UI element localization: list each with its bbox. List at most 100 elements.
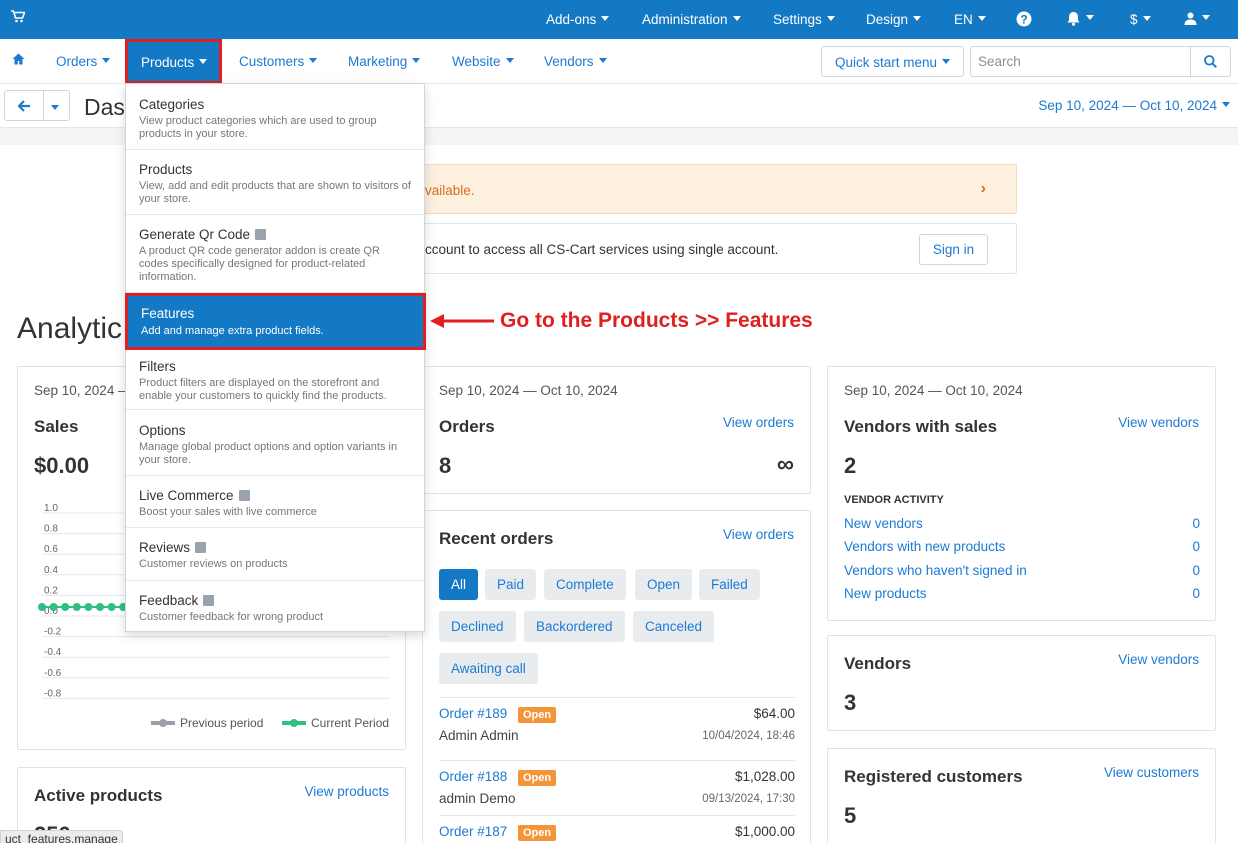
addon-puzzle-icon xyxy=(203,595,215,606)
signin-notice: ccount to access all CS-Cart services us… xyxy=(408,223,1017,274)
y-tick-label: 0.8 xyxy=(44,524,58,535)
bell-icon xyxy=(1066,12,1081,29)
view-vendors-link[interactable]: View vendors xyxy=(1118,652,1199,667)
y-tick-label: 0.2 xyxy=(44,585,58,596)
nav-website[interactable]: Website xyxy=(452,54,514,69)
sign-in-button[interactable]: Sign in xyxy=(919,234,988,265)
settings-menu[interactable]: Settings xyxy=(773,12,835,27)
menu-item-description: View product categories which are used t… xyxy=(139,115,377,140)
activity-label[interactable]: New vendors xyxy=(844,516,923,531)
menu-item-features[interactable]: Features Add and manage extra product fi… xyxy=(125,293,426,350)
nav-orders[interactable]: Orders xyxy=(56,54,111,69)
back-button[interactable] xyxy=(4,90,44,121)
menu-item-title: Options xyxy=(139,423,186,438)
view-vendors-link[interactable]: View vendors xyxy=(1118,415,1199,430)
menu-item-title: Live Commerce xyxy=(139,488,234,503)
registered-customers-card: Registered customers View customers 5 xyxy=(827,748,1216,843)
vendors-with-sales-card: Sep 10, 2024 — Oct 10, 2024 Vendors with… xyxy=(827,366,1216,621)
activity-label[interactable]: Vendors who haven't signed in xyxy=(844,563,1027,578)
menu-item-categories[interactable]: Categories View product categories which… xyxy=(126,84,424,150)
warning-notice[interactable]: vailable. › xyxy=(408,164,1017,214)
recent-orders-title: Recent orders xyxy=(439,529,554,548)
menu-item-products[interactable]: Products View, add and edit products tha… xyxy=(126,150,424,215)
addons-menu[interactable]: Add-ons xyxy=(546,12,610,27)
order-row[interactable]: Order #188 Open admin Demo $1,028.00 09/… xyxy=(439,760,795,815)
recent-orders-card: Recent orders View orders All Paid Compl… xyxy=(422,510,811,843)
menu-item-filters[interactable]: Filters Product filters are displayed on… xyxy=(126,350,424,410)
filter-complete[interactable]: Complete xyxy=(544,569,626,600)
vendors-title: Vendors xyxy=(844,654,912,673)
activity-label[interactable]: New products xyxy=(844,586,927,601)
orders-card: Sep 10, 2024 — Oct 10, 2024 Orders View … xyxy=(422,366,811,494)
view-orders-link[interactable]: View orders xyxy=(723,415,794,430)
order-link[interactable]: Order #189 xyxy=(439,706,507,721)
home-icon[interactable] xyxy=(12,53,26,67)
filter-awaiting-call[interactable]: Awaiting call xyxy=(439,653,538,684)
filter-all[interactable]: All xyxy=(439,569,479,600)
y-tick-label: -0.6 xyxy=(44,668,62,679)
view-recent-orders-link[interactable]: View orders xyxy=(723,527,794,542)
orders-value: 8 xyxy=(439,453,452,478)
signin-text: ccount to access all CS-Cart services us… xyxy=(425,242,779,257)
view-products-link[interactable]: View products xyxy=(304,784,389,799)
help-icon[interactable]: ? xyxy=(1016,11,1032,30)
menu-item-feedback[interactable]: Feedback Customer feedback for wrong pro… xyxy=(126,581,424,632)
analytics-title: Analytic xyxy=(17,312,123,345)
arrow-left-icon xyxy=(17,100,31,115)
activity-value[interactable]: 0 xyxy=(1192,539,1200,554)
menu-item-title: Reviews xyxy=(139,540,191,555)
cart-icon[interactable] xyxy=(11,10,26,26)
order-link[interactable]: Order #188 xyxy=(439,769,507,784)
status-badge: Open xyxy=(518,770,557,786)
menu-item-description: A product QR code generator addon is cre… xyxy=(139,245,380,283)
menu-item-generate-qr-code[interactable]: Generate Qr Code A product QR code gener… xyxy=(126,215,424,293)
filter-paid[interactable]: Paid xyxy=(485,569,537,600)
administration-menu[interactable]: Administration xyxy=(642,12,741,27)
activity-value[interactable]: 0 xyxy=(1192,586,1200,601)
filter-canceled[interactable]: Canceled xyxy=(633,611,715,642)
activity-value[interactable]: 0 xyxy=(1192,516,1200,531)
design-menu[interactable]: Design xyxy=(866,12,922,27)
currency-menu[interactable]: $ xyxy=(1130,12,1151,27)
menu-item-reviews[interactable]: Reviews Customer reviews on products xyxy=(126,528,424,581)
menu-item-title: Generate Qr Code xyxy=(139,227,251,242)
menu-item-title: Feedback xyxy=(139,593,199,608)
menu-item-title: Features xyxy=(141,306,195,321)
order-link[interactable]: Order #187 xyxy=(439,824,507,839)
notifications-menu[interactable] xyxy=(1066,11,1094,29)
order-customer: Admin Admin xyxy=(439,728,519,743)
nav-vendors[interactable]: Vendors xyxy=(544,54,607,69)
language-menu[interactable]: EN xyxy=(954,12,986,27)
menu-item-options[interactable]: Options Manage global product options an… xyxy=(126,410,424,476)
quick-start-button[interactable]: Quick start menu xyxy=(821,46,964,77)
addon-puzzle-icon xyxy=(238,490,250,501)
nav-products[interactable]: Products xyxy=(125,39,222,84)
data-point xyxy=(107,603,116,611)
order-row[interactable]: Order #187 Open $1,000.00 xyxy=(439,815,795,843)
activity-value[interactable]: 0 xyxy=(1192,563,1200,578)
filter-backordered[interactable]: Backordered xyxy=(524,611,625,642)
filter-failed[interactable]: Failed xyxy=(699,569,760,600)
activity-label[interactable]: Vendors with new products xyxy=(844,539,1005,554)
date-range-picker[interactable]: Sep 10, 2024 — Oct 10, 2024 xyxy=(1038,98,1230,113)
main-nav: Orders Products Customers Marketing Webs… xyxy=(0,39,1238,84)
filter-open[interactable]: Open xyxy=(635,569,693,600)
nav-marketing[interactable]: Marketing xyxy=(348,54,421,69)
status-badge: Open xyxy=(518,825,557,841)
filter-declined[interactable]: Declined xyxy=(439,611,516,642)
search-input[interactable] xyxy=(970,46,1190,77)
user-menu[interactable] xyxy=(1184,12,1210,28)
menu-item-description: Manage global product options and option… xyxy=(139,441,398,466)
chevron-down-icon xyxy=(51,105,59,110)
menu-item-live-commerce[interactable]: Live Commerce Boost your sales with live… xyxy=(126,476,424,528)
back-dropdown-button[interactable] xyxy=(43,90,70,121)
search-button[interactable] xyxy=(1190,46,1231,77)
order-date: 09/13/2024, 17:30 xyxy=(702,793,795,805)
vendors-sales-date: Sep 10, 2024 — Oct 10, 2024 xyxy=(844,383,1023,398)
order-row[interactable]: Order #189 Open Admin Admin $64.00 10/04… xyxy=(439,697,795,752)
data-point xyxy=(38,603,46,611)
orders-title: Orders xyxy=(439,417,495,436)
nav-customers[interactable]: Customers xyxy=(239,54,318,69)
order-date: 10/04/2024, 18:46 xyxy=(702,730,795,742)
view-customers-link[interactable]: View customers xyxy=(1104,765,1199,780)
